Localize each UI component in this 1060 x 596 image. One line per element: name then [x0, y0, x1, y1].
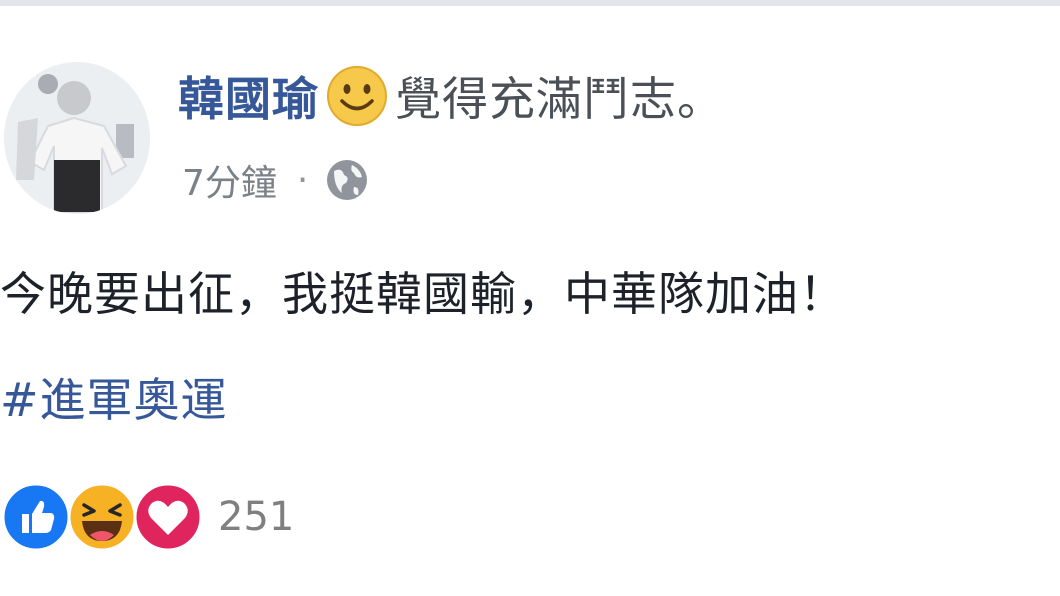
- hashtag-link[interactable]: #進軍奧運: [0, 360, 228, 440]
- smiley-face-icon: [325, 64, 389, 128]
- post-body-text: 今晚要出征，我挺韓國輸，中華隊加油！: [0, 267, 846, 321]
- author-line: 韓國瑜 覺得充滿鬥志。: [178, 60, 724, 132]
- facebook-post: 韓國瑜 覺得充滿鬥志。 7分鐘 · 今晚要出征，我挺韓國輸，中華隊加油！ #進軍…: [0, 0, 1060, 596]
- author-name[interactable]: 韓國瑜: [178, 63, 319, 129]
- globe-icon[interactable]: [324, 157, 370, 203]
- avatar[interactable]: [4, 62, 150, 214]
- feeling-text: 覺得充滿鬥志。: [395, 72, 724, 126]
- love-icon[interactable]: [132, 481, 204, 553]
- post-meta: 7分鐘 ·: [182, 152, 370, 208]
- avatar-photo: [4, 62, 150, 214]
- reaction-count[interactable]: 251: [218, 494, 294, 540]
- like-icon[interactable]: [0, 481, 72, 553]
- post-body: 今晚要出征，我挺韓國輸，中華隊加油！: [0, 254, 1060, 334]
- meta-separator: ·: [296, 159, 309, 201]
- reactions-bar[interactable]: 251: [0, 478, 294, 556]
- haha-icon[interactable]: [66, 481, 138, 553]
- post-top-border: [0, 0, 1060, 6]
- timestamp[interactable]: 7分鐘: [182, 154, 277, 206]
